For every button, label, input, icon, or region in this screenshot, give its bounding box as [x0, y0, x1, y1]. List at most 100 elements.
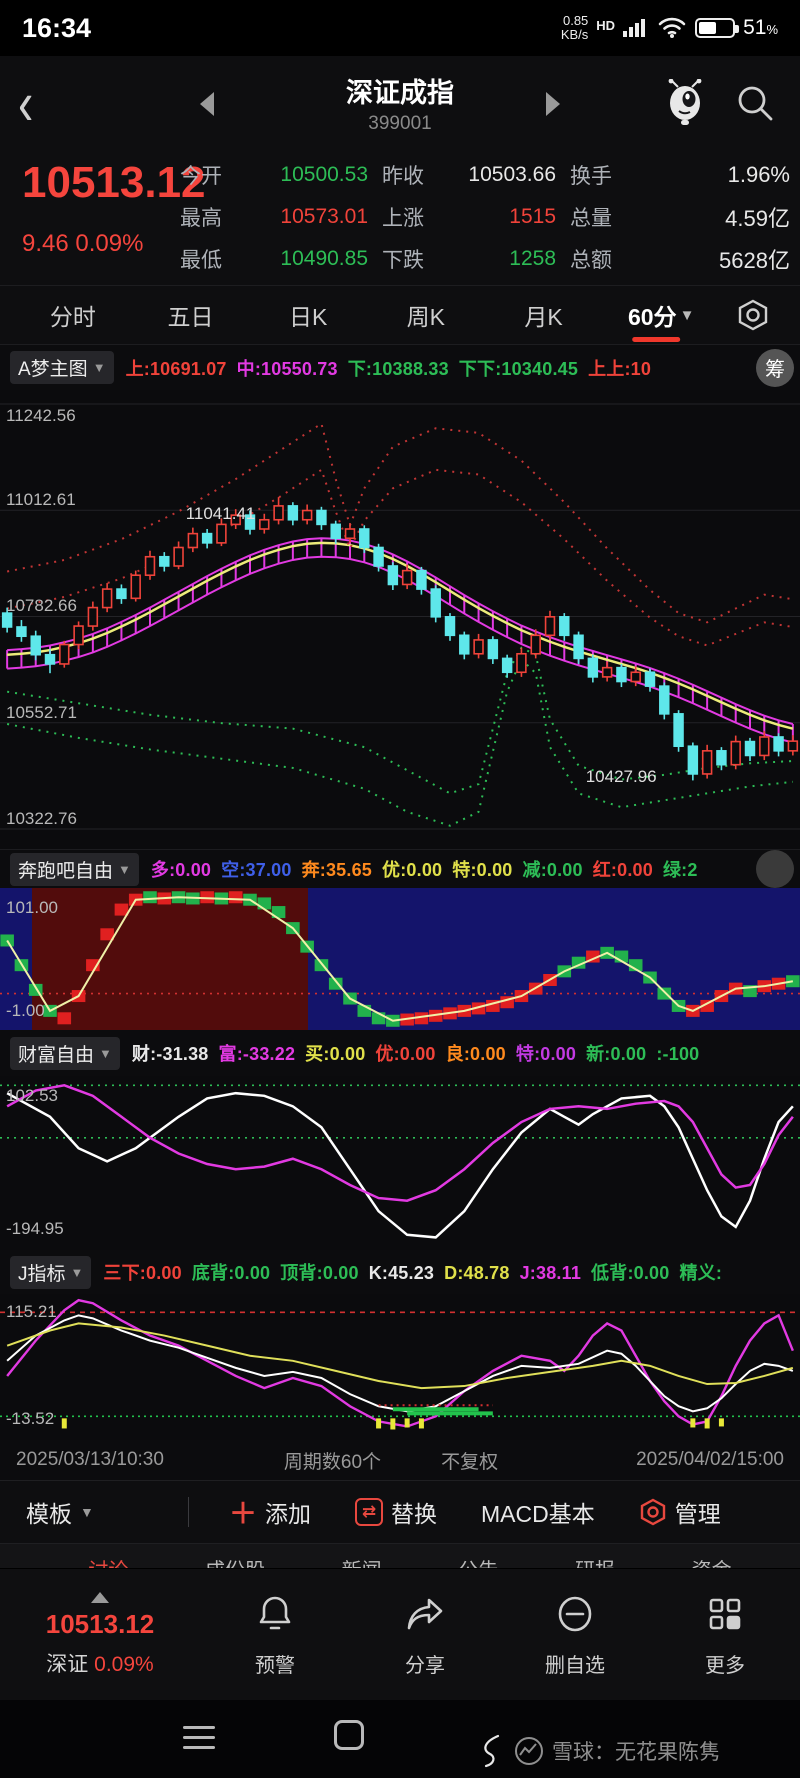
chart-settings-icon[interactable] — [720, 286, 786, 344]
tab-五日[interactable]: 五日 — [132, 286, 250, 344]
stat-label: 下跌 — [382, 249, 424, 272]
runner-indicator-selector[interactable]: 奔跑吧自由 ▼ — [10, 852, 139, 886]
main-chart-plot[interactable]: 11242.56 11012.61 10782.66 10552.71 10322.76… — [0, 390, 800, 850]
indicator-value: K:45.23 — [368, 1263, 435, 1283]
chevron-down-icon: ▼ — [679, 306, 695, 324]
indicator-value: 底背:0.00 — [191, 1263, 271, 1283]
indicator-value: 良:0.00 — [445, 1044, 506, 1064]
battery-icon — [695, 18, 740, 38]
stat-label: 今开 — [180, 165, 222, 188]
detail-tab-成份股[interactable]: 成份股 — [205, 1554, 265, 1568]
app-header: ‹ 深证成指 399001 — [0, 56, 800, 150]
stat-value: 10573.01 — [280, 205, 368, 228]
indicator-value: D:48.78 — [444, 1263, 510, 1283]
wifi-icon — [658, 17, 686, 38]
indicator-value: 上上:10 — [588, 358, 652, 379]
wealth-chart-plot[interactable]: 102.53 -194.95 — [0, 1076, 800, 1250]
clock: 16:34 — [22, 12, 92, 43]
stock-code: 399001 — [368, 113, 432, 134]
indicator-value: J:38.11 — [519, 1263, 582, 1283]
alert-button[interactable]: 预警 — [200, 1592, 350, 1678]
macd-basic-button[interactable]: MACD基本 — [481, 1495, 595, 1529]
detail-tab-新闻[interactable]: 新闻 — [342, 1554, 382, 1568]
adjust-mode[interactable]: 不复权 — [441, 1447, 498, 1474]
stat-value: 1.96% — [727, 162, 790, 187]
axis-label: 101.00 — [6, 898, 58, 917]
tab-label: 日K — [289, 304, 328, 330]
indicator-value: 红:0.00 — [592, 860, 653, 880]
replace-indicator-button[interactable]: ⇄ 替换 — [355, 1495, 437, 1529]
more-button[interactable]: 更多 — [650, 1592, 800, 1678]
hd-indicator: HD — [596, 18, 616, 33]
kdj-indicator-selector[interactable]: J指标 ▼ — [10, 1255, 92, 1289]
chevron-down-icon: ▼ — [92, 360, 106, 375]
indicator-value: 优:0.00 — [382, 860, 443, 880]
indicator-value: :-100 — [656, 1044, 700, 1064]
current-price: 10513.12 — [22, 158, 206, 207]
stat-label: 换手 — [570, 165, 612, 188]
detail-tab-资金[interactable]: 资金 — [692, 1554, 732, 1568]
range-end: 2025/04/02/15:00 — [636, 1449, 784, 1470]
stat-label: 上涨 — [382, 207, 424, 230]
indicator-toolbar: 模板 ▼ ＋添加 ⇄ 替换 MACD基本 管理 — [0, 1480, 800, 1544]
kdj-indicator-header: J指标 ▼ 三下:0.00 底背:0.00 顶背:0.00 K:45.23 D:48.78… — [0, 1250, 800, 1294]
prev-stock-icon[interactable] — [200, 92, 214, 116]
detail-tab-公告[interactable]: 公告 — [458, 1554, 498, 1568]
manage-button[interactable]: 管理 — [639, 1495, 721, 1529]
main-indicator-header: A梦主图 ▼ 上:10691.07 中:10550.73 下:10388.33 下下:1… — [0, 345, 800, 390]
stat-value: 10490.85 — [280, 247, 368, 270]
main-indicator-selector[interactable]: A梦主图 ▼ — [10, 351, 114, 384]
tab-label: 五日 — [167, 304, 214, 330]
indicator-value: 新:0.00 — [586, 1044, 647, 1064]
runner-chart-plot[interactable]: 101.00 -1.00 — [0, 888, 800, 1030]
battery-percent: 51% — [743, 16, 778, 39]
template-button[interactable]: 模板 ▼ — [26, 1495, 144, 1529]
tab-日K[interactable]: 日K — [249, 286, 367, 344]
panel-badge[interactable] — [756, 850, 794, 888]
plus-icon: ＋ — [229, 1498, 258, 1529]
indicator-value: 减:0.00 — [522, 860, 583, 880]
menu-icon[interactable] — [183, 1726, 215, 1756]
next-stock-icon[interactable] — [546, 92, 560, 116]
chip-distribution-badge[interactable]: 筹 — [756, 348, 794, 387]
tab-周K[interactable]: 周K — [367, 286, 485, 344]
divider — [188, 1497, 189, 1527]
share-button[interactable]: 分享 — [350, 1592, 500, 1678]
wealth-indicator-values: 财:-31.38 富:-33.22 买:0.00 优:0.00 良:0.00 特:0.00… — [132, 1040, 709, 1066]
home-icon[interactable] — [334, 1720, 364, 1750]
expand-triangle-icon[interactable] — [91, 1591, 109, 1603]
index-name: 深证 — [46, 1652, 89, 1676]
indicator-value: 特:0.00 — [515, 1044, 577, 1064]
bottom-price-summary[interactable]: 10513.12 深证 0.09% — [0, 1591, 200, 1678]
manage-icon — [640, 1498, 665, 1526]
wealth-indicator-header: 财富自由 ▼ 财:-31.38 富:-33.22 买:0.00 优:0.00 良:0.00… — [0, 1030, 800, 1076]
indicator-value: 绿:2 — [662, 860, 698, 880]
indicator-value: 优:0.00 — [375, 1044, 436, 1064]
remove-watchlist-button[interactable]: 删自选 — [500, 1592, 650, 1678]
detail-tab-讨论[interactable]: 讨论 — [88, 1554, 128, 1568]
stat-value: 5628亿 — [719, 248, 790, 273]
android-nav-bar: 雪球：无花果陈隽 — [0, 1700, 800, 1778]
indicator-value: 三下:0.00 — [103, 1263, 182, 1283]
stat-label: 最高 — [180, 207, 222, 230]
wealth-indicator-selector[interactable]: 财富自由 ▼ — [10, 1036, 120, 1070]
stat-value: 1515 — [509, 205, 556, 228]
quote-stats-row: 今开 10500.53 昨收 10503.66 换手 1.96% — [180, 154, 790, 196]
tab-分时[interactable]: 分时 — [14, 286, 132, 344]
chevron-down-icon: ▼ — [118, 861, 131, 877]
axis-label: 11242.56 — [6, 406, 76, 425]
clipped-tab-row: 讨论 成份股 新闻 公告 研报 资金 — [0, 1544, 800, 1568]
tab-60分[interactable]: 60分 ▼ — [602, 286, 720, 344]
detail-tab-研报[interactable]: 研报 — [575, 1554, 615, 1568]
kdj-chart-plot[interactable]: 115.21 -13.52 — [0, 1294, 800, 1440]
stat-label: 最低 — [180, 249, 222, 272]
axis-label: 10552.71 — [6, 702, 77, 722]
back-gesture-icon — [484, 1734, 500, 1768]
stat-value: 10500.53 — [280, 163, 368, 186]
add-indicator-button[interactable]: ＋添加 — [229, 1492, 311, 1532]
tab-月K[interactable]: 月K — [485, 286, 603, 344]
indicator-value: 奔:35.65 — [301, 860, 373, 880]
stat-value: 4.59亿 — [725, 206, 790, 231]
indicator-value: 下下:10340.45 — [458, 358, 579, 379]
stat-value: 10503.66 — [468, 163, 556, 186]
